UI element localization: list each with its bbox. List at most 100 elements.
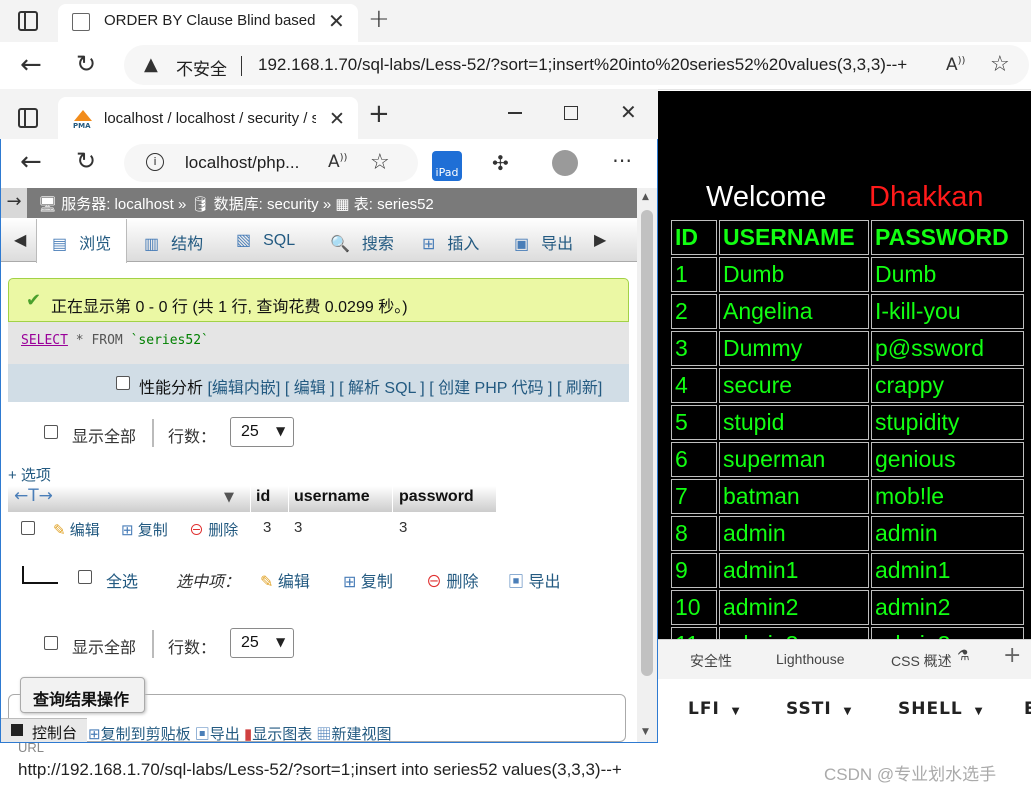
outer-tab-close-icon[interactable]: ✕ bbox=[328, 9, 345, 33]
outer-back-icon[interactable]: ← bbox=[20, 50, 42, 80]
inner-back-icon[interactable]: ← bbox=[20, 147, 42, 177]
scroll-down-icon[interactable]: ▼ bbox=[642, 727, 649, 737]
breadcrumb-table[interactable]: 表: series52 bbox=[354, 196, 434, 213]
row-delete-button[interactable]: ⊖ 删除 bbox=[189, 519, 238, 540]
inner-new-tab-icon[interactable]: + bbox=[368, 99, 390, 129]
menu-shell[interactable]: SHELL ▼ bbox=[898, 699, 983, 719]
row-edit-button[interactable]: ✎ 编辑 bbox=[53, 519, 100, 540]
breadcrumb-server[interactable]: 服务器: localhost bbox=[61, 196, 174, 213]
user-cell-password: Dumb bbox=[871, 257, 1024, 292]
ipad-extension-icon[interactable]: iPad bbox=[432, 151, 462, 181]
user-cell-username: Dumb bbox=[719, 257, 869, 292]
dhakkan-text: Dhakkan bbox=[869, 181, 984, 213]
column-header-password[interactable]: password bbox=[399, 488, 474, 506]
read-aloud-icon[interactable]: A)) bbox=[946, 55, 965, 75]
tab-structure[interactable]: ▥ 结构 bbox=[144, 230, 203, 254]
rows-label-bottom: 行数： bbox=[168, 640, 217, 657]
avatar[interactable] bbox=[552, 150, 578, 176]
profiling-checkbox[interactable] bbox=[116, 376, 130, 390]
menu-ssti[interactable]: SSTI ▼ bbox=[786, 699, 852, 719]
show-all-checkbox-bottom[interactable] bbox=[44, 636, 58, 650]
column-header-id[interactable]: id bbox=[256, 488, 270, 506]
scrollbar-thumb[interactable] bbox=[641, 210, 653, 676]
more-menu-icon[interactable]: ⋯ bbox=[612, 148, 632, 172]
read-aloud-icon[interactable]: A)) bbox=[328, 152, 347, 172]
show-chart-link[interactable]: 显示图表 bbox=[252, 726, 312, 743]
rows-select-bottom[interactable]: 25 ▼ bbox=[230, 628, 294, 658]
outer-security-label[interactable]: 不安全 bbox=[176, 55, 227, 80]
inner-url-text[interactable]: localhost/php... bbox=[185, 153, 299, 173]
user-cell-username: admin1 bbox=[719, 553, 869, 588]
cell-username[interactable]: 3 bbox=[294, 519, 302, 536]
tabs-scroll-right-icon[interactable]: ▶ bbox=[594, 230, 606, 249]
favorite-star-icon[interactable]: ☆ bbox=[990, 52, 1010, 77]
scroll-up-icon[interactable]: ▲ bbox=[642, 192, 649, 202]
options-link[interactable]: + 选项 bbox=[8, 464, 51, 485]
console-toggle[interactable]: 控制台 bbox=[1, 718, 87, 742]
devtools-add-tab-icon[interactable]: + bbox=[1003, 643, 1021, 668]
link-edit-inline[interactable]: [编辑内嵌] bbox=[207, 380, 280, 397]
link-refresh[interactable]: [ 刷新] bbox=[557, 380, 602, 397]
window-close-icon[interactable]: ✕ bbox=[620, 100, 637, 124]
sort-dropdown-icon[interactable]: ▼ bbox=[224, 490, 234, 505]
link-create-php[interactable]: [ 创建 PHP 代码 ] bbox=[429, 380, 552, 397]
inner-refresh-icon[interactable]: ↻ bbox=[76, 147, 96, 175]
row-copy-button[interactable]: ⊞ 复制 bbox=[121, 519, 168, 540]
link-edit[interactable]: [ 编辑 ] bbox=[285, 380, 335, 397]
nav-collapse-arrow-icon[interactable]: → bbox=[1, 188, 27, 218]
outer-refresh-icon[interactable]: ↻ bbox=[76, 50, 96, 78]
outer-url-text[interactable]: 192.168.1.70/sql-labs/Less-52/?sort=1;in… bbox=[258, 55, 907, 75]
column-header-username[interactable]: username bbox=[294, 488, 370, 506]
devtools-tab-lighthouse[interactable]: Lighthouse bbox=[776, 651, 845, 667]
inner-tab-close-icon[interactable]: ✕ bbox=[329, 108, 345, 130]
menu-e[interactable]: E bbox=[1024, 699, 1031, 719]
copy-clipboard-link[interactable]: 复制到剪贴板 bbox=[101, 726, 191, 743]
breadcrumb-database[interactable]: 数据库: security bbox=[214, 196, 319, 213]
select-all-label[interactable]: 全选 bbox=[106, 568, 138, 592]
bulk-edit-label: 编辑 bbox=[277, 574, 310, 591]
tab-sql[interactable]: ▧ SQL bbox=[236, 230, 295, 250]
user-row: 11admin3admin3 bbox=[671, 627, 1024, 639]
ops-export-link[interactable]: 导出 bbox=[210, 726, 240, 743]
outer-tab-actions-icon[interactable] bbox=[18, 11, 38, 31]
devtools-tab-security[interactable]: 安全性 bbox=[690, 651, 732, 671]
tab-insert[interactable]: ⊞ 插入 bbox=[422, 230, 479, 254]
favorite-star-icon[interactable]: ☆ bbox=[370, 150, 390, 175]
tab-search[interactable]: 🔍 搜索 bbox=[330, 230, 394, 254]
insert-icon: ⊞ bbox=[422, 236, 436, 253]
rows-select[interactable]: 25 ▼ bbox=[230, 417, 294, 447]
minimize-icon[interactable] bbox=[508, 112, 522, 114]
export-icon: ▣ bbox=[514, 236, 530, 253]
tab-export[interactable]: ▣ 导出 bbox=[514, 230, 573, 254]
tab-browse[interactable]: ▤ 浏览 bbox=[52, 230, 111, 254]
delete-icon: ⊖ bbox=[189, 522, 205, 539]
extensions-puzzle-icon[interactable]: ✣ bbox=[492, 151, 509, 175]
outer-new-tab-icon[interactable]: + bbox=[368, 4, 390, 34]
cell-id[interactable]: 3 bbox=[263, 519, 271, 536]
tabs-scroll-left-icon[interactable]: ◀ bbox=[14, 230, 26, 249]
row-checkbox[interactable] bbox=[21, 521, 35, 535]
user-cell-id: 1 bbox=[671, 257, 717, 292]
info-icon[interactable]: i bbox=[146, 153, 164, 171]
bulk-delete-button[interactable]: ⊖ 删除 bbox=[426, 568, 478, 592]
cell-password[interactable]: 3 bbox=[399, 519, 407, 536]
inner-tab-actions-icon[interactable] bbox=[18, 108, 38, 128]
menu-lfi[interactable]: LFI ▼ bbox=[688, 699, 740, 719]
show-all-checkbox[interactable] bbox=[44, 425, 58, 439]
devtools-tab-css-overview[interactable]: CSS 概述 bbox=[891, 651, 952, 671]
query-ops-legend-label: 查询结果操作 bbox=[33, 692, 130, 709]
tab-sql-label: SQL bbox=[263, 232, 296, 249]
bulk-edit-button[interactable]: ✎ 编辑 bbox=[260, 568, 310, 592]
warning-icon[interactable]: ▲ bbox=[144, 54, 158, 75]
column-resize-icon[interactable]: ←T→ bbox=[14, 486, 53, 506]
select-all-checkbox[interactable] bbox=[78, 570, 92, 584]
link-explain[interactable]: [ 解析 SQL ] bbox=[339, 380, 425, 397]
user-cell-username: superman bbox=[719, 442, 869, 477]
maximize-icon[interactable] bbox=[564, 106, 578, 120]
sql-keyword-select[interactable]: SELECT bbox=[21, 333, 68, 348]
new-view-link[interactable]: 新建视图 bbox=[331, 726, 391, 743]
bulk-export-button[interactable]: ▣ 导出 bbox=[508, 568, 560, 592]
bulk-copy-button[interactable]: ⊞ 复制 bbox=[343, 568, 393, 592]
user-cell-password: crappy bbox=[871, 368, 1024, 403]
pencil-icon: ✎ bbox=[260, 574, 274, 591]
